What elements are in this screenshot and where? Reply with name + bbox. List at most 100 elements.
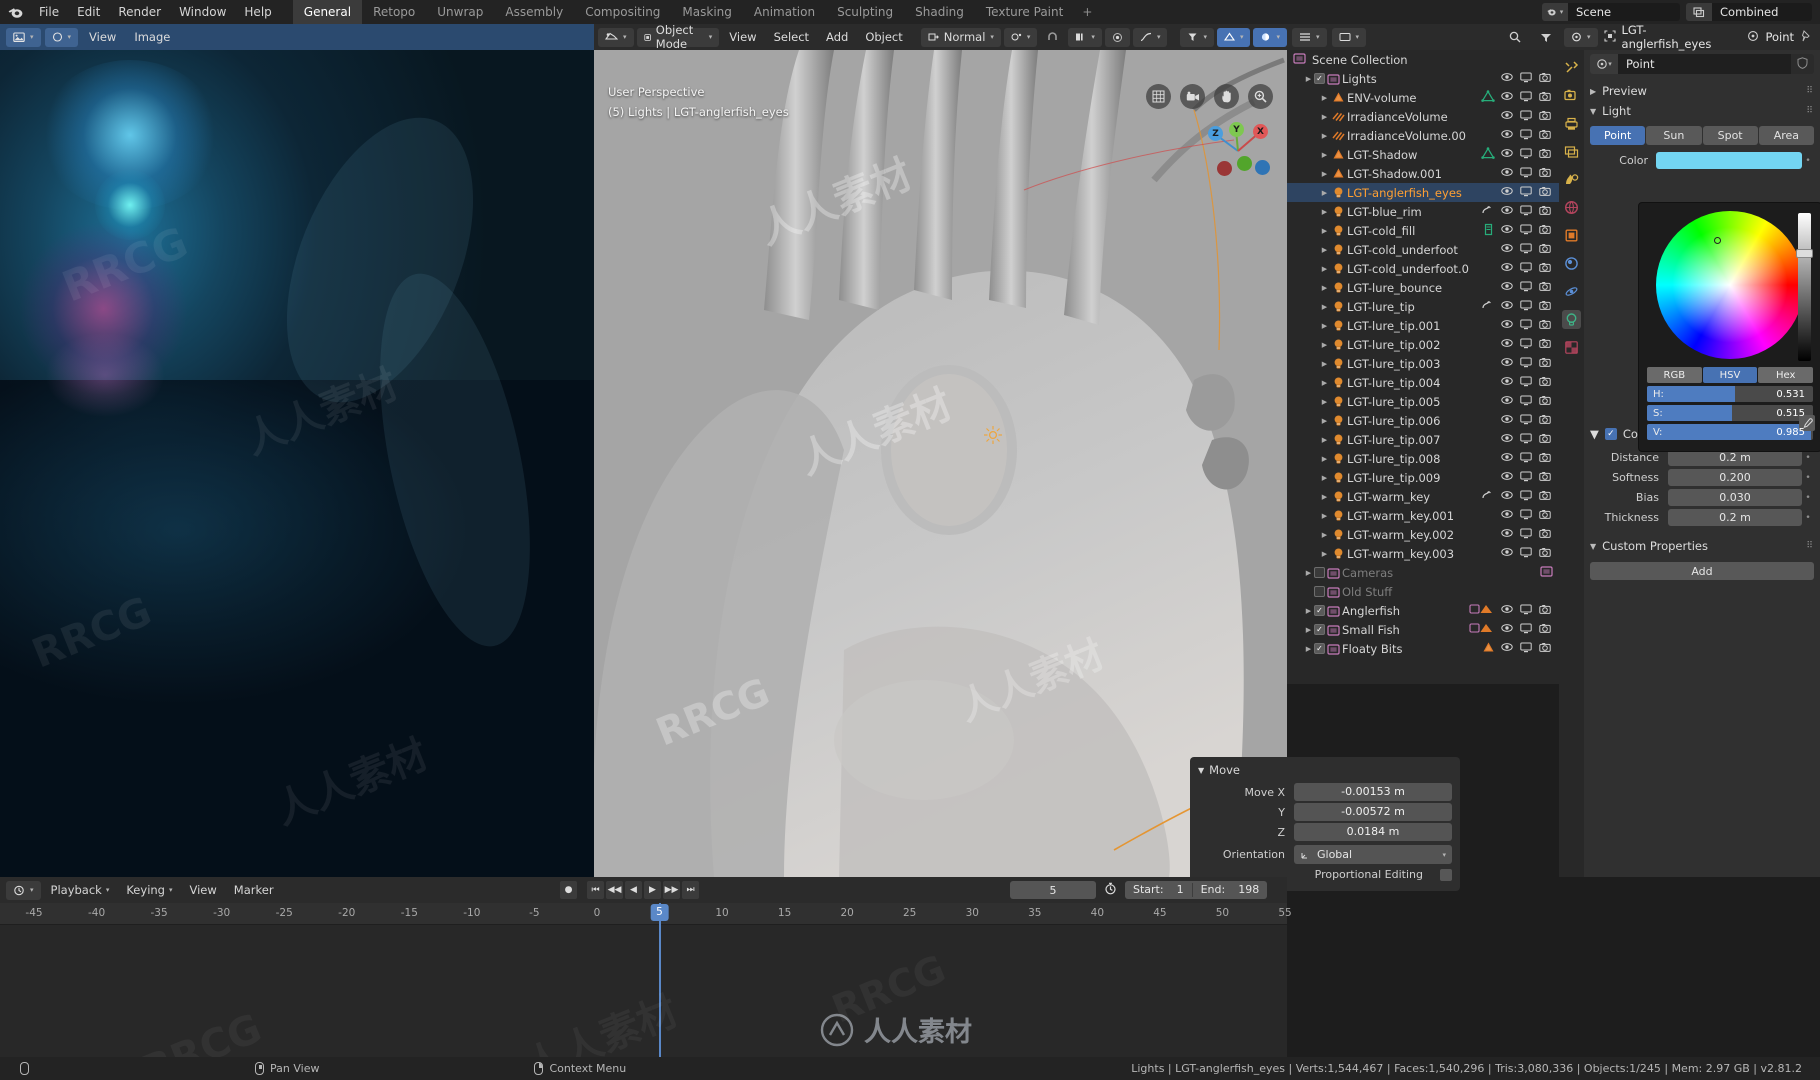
eye-icon[interactable] [1501,262,1513,276]
outliner-row-lgt-lure-tip-004[interactable]: ▶ LGT-lure_tip.004 [1287,373,1559,392]
hand-icon[interactable] [1214,84,1239,109]
camera-icon[interactable] [1539,281,1551,295]
move-y-value[interactable]: -0.00572 m [1294,803,1452,821]
picker-mode-hex[interactable]: Hex [1758,367,1814,383]
axis-neg-y-handle[interactable] [1237,156,1252,171]
visibility-selector[interactable]: ▾ [1180,27,1214,47]
eye-icon[interactable] [1501,471,1513,485]
disclosure-triangle-icon[interactable]: ▶ [1319,474,1330,482]
operator-panel-title-row[interactable]: ▼ Move [1198,763,1452,777]
properties-tab-view-layer[interactable] [1562,142,1581,161]
monitor-icon[interactable] [1520,129,1532,143]
workspace-tab-retopo[interactable]: Retopo [362,0,426,24]
menu-add[interactable]: Add [819,28,855,47]
monitor-icon[interactable] [1520,91,1532,105]
picker-mode-hsv[interactable]: HSV [1702,367,1758,383]
animate-dot-icon[interactable]: • [1802,513,1814,523]
field-value[interactable]: 0.030 [1668,489,1802,506]
light-datablock-row[interactable]: ▾ Point [1590,54,1814,74]
workspace-tab-unwrap[interactable]: Unwrap [426,0,494,24]
outliner-row-cameras[interactable]: ▶ Cameras [1287,563,1559,582]
color-wheel-cursor[interactable] [1714,237,1721,244]
monitor-icon[interactable] [1520,490,1532,504]
camera-icon[interactable] [1539,72,1551,86]
menu-file[interactable]: File [30,2,68,22]
axis-neg-x-handle[interactable] [1217,161,1232,176]
pivot-point-selector[interactable]: ▾ [1003,27,1038,47]
disclosure-triangle-icon[interactable]: ▶ [1319,170,1330,178]
search-icon[interactable] [1502,28,1528,47]
eye-icon[interactable] [1501,623,1513,637]
outliner-row-lgt-cold-underfoot-0[interactable]: ▶ LGT-cold_underfoot.0 [1287,259,1559,278]
outliner-checkbox[interactable]: ✓ [1314,605,1325,616]
scene-collection-row[interactable]: Scene Collection [1287,50,1559,69]
workspace-tab-animation[interactable]: Animation [743,0,826,24]
breadcrumb-data-name[interactable]: Point [1765,30,1794,44]
picker-mode-rgb[interactable]: RGB [1647,367,1702,383]
menu-image[interactable]: Image [127,28,177,47]
animate-dot-icon[interactable]: • [1802,156,1814,166]
disclosure-triangle-icon[interactable]: ▶ [1319,132,1330,140]
monitor-icon[interactable] [1520,72,1532,86]
hsv-field-v[interactable]: V: 0.985 [1647,424,1813,440]
disclosure-triangle-icon[interactable]: ▶ [1319,208,1330,216]
outliner-row-floaty-bits[interactable]: ▶ ✓ Floaty Bits [1287,639,1559,658]
monitor-icon[interactable] [1520,642,1532,656]
outliner-row-anglerfish[interactable]: ▶ ✓ Anglerfish [1287,601,1559,620]
hsv-field-h[interactable]: H: 0.531 [1647,386,1813,402]
outliner-row-env-volume[interactable]: ▶ ENV-volume [1287,88,1559,107]
next-keyframe-icon[interactable]: ▶▶ [663,881,680,899]
outliner-row-lgt-cold-fill[interactable]: ▶ LGT-cold_fill [1287,221,1559,240]
jump-end-icon[interactable]: ⏭ [682,881,699,899]
disclosure-triangle-icon[interactable]: ▶ [1303,607,1314,615]
monitor-icon[interactable] [1520,243,1532,257]
properties-tab-modifier[interactable] [1562,254,1581,273]
eye-icon[interactable] [1501,243,1513,257]
properties-tab-object[interactable] [1562,226,1581,245]
eye-icon[interactable] [1501,528,1513,542]
monitor-icon[interactable] [1520,262,1532,276]
workspace-tab-texture-paint[interactable]: Texture Paint [975,0,1074,24]
frame-range-fields[interactable]: Start: 1 End: 198 [1125,881,1268,899]
eye-icon[interactable] [1501,281,1513,295]
disclosure-triangle-icon[interactable]: ▶ [1319,417,1330,425]
monitor-icon[interactable] [1520,623,1532,637]
camera-icon[interactable] [1539,471,1551,485]
disclosure-triangle-icon[interactable]: ▶ [1303,645,1314,653]
animate-dot-icon[interactable]: • [1802,473,1814,483]
camera-icon[interactable] [1180,84,1205,109]
eye-icon[interactable] [1501,300,1513,314]
disclosure-triangle-icon[interactable]: ▶ [1319,246,1330,254]
contact-shadows-checkbox[interactable]: ✓ [1604,428,1617,440]
monitor-icon[interactable] [1520,338,1532,352]
axis-neg-z-handle[interactable] [1255,160,1270,175]
light-type-spot[interactable]: Spot [1702,126,1758,145]
outliner-row-lgt-blue-rim[interactable]: ▶ LGT-blue_rim [1287,202,1559,221]
menu-edit[interactable]: Edit [68,2,109,22]
disclosure-triangle-icon[interactable]: ▶ [1319,284,1330,292]
eye-icon[interactable] [1501,414,1513,428]
viewlayer-selector[interactable]: Combined [1686,3,1812,21]
light-type-point[interactable]: Point [1590,126,1646,145]
properties-tab-output[interactable] [1562,114,1581,133]
outliner-row-lgt-warm-key-003[interactable]: ▶ LGT-warm_key.003 [1287,544,1559,563]
disclosure-triangle-icon[interactable]: ▶ [1319,322,1330,330]
eye-icon[interactable] [1501,224,1513,238]
camera-icon[interactable] [1539,604,1551,618]
eye-icon[interactable] [1501,205,1513,219]
eye-icon[interactable] [1501,110,1513,124]
zoom-icon[interactable] [1248,84,1273,109]
disclosure-triangle-icon[interactable]: ▶ [1319,303,1330,311]
properties-tab-physics[interactable] [1562,282,1581,301]
axis-x-handle[interactable]: X [1253,124,1268,139]
camera-icon[interactable] [1539,91,1551,105]
menu-keying[interactable]: Keying ▾ [119,880,179,900]
outliner-row-irradiancevolume-00[interactable]: ▶ IrradianceVolume.00 [1287,126,1559,145]
menu-marker[interactable]: Marker [227,880,281,900]
mode-selector[interactable]: Object Mode ▾ [636,23,720,51]
monitor-icon[interactable] [1520,300,1532,314]
current-frame-field[interactable]: 5 [1010,881,1096,899]
monitor-icon[interactable] [1520,205,1532,219]
monitor-icon[interactable] [1520,224,1532,238]
grid-icon[interactable] [1146,84,1171,109]
